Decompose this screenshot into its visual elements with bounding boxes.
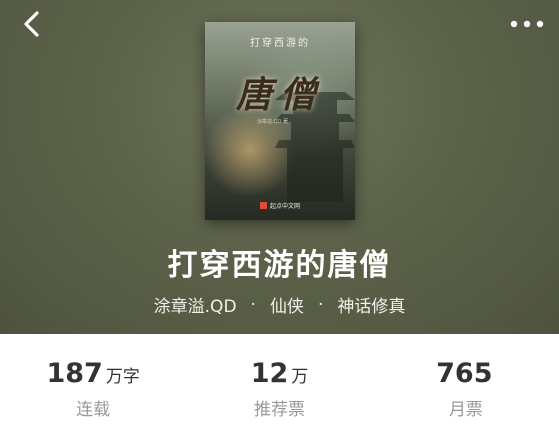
meta-separator: · — [250, 294, 256, 315]
cover-series-text: 打穿西游的 — [250, 38, 310, 49]
publisher-logo-icon — [259, 202, 267, 209]
chevron-left-icon — [24, 11, 39, 37]
cover-publisher-text: 起点中文网 — [269, 203, 300, 210]
subcategory-link[interactable]: 神话修真 — [337, 292, 405, 317]
book-meta: 涂章溢.QD · 仙侠 · 神话修真 — [0, 292, 559, 318]
book-header: 打穿西游的 唐僧 涂章溢.QD 著 起点中文网 打穿西游的唐僧 涂章溢.QD ·… — [0, 0, 559, 334]
cover-publisher: 起点中文网 — [205, 201, 355, 210]
book-stats: 187 万字 连载 12 万 推荐票 765 月票 — [0, 334, 559, 429]
cover-author-text: 涂章溢.QD 著 — [257, 119, 288, 125]
category-link[interactable]: 仙侠 — [270, 292, 304, 317]
stat-label: 推荐票 — [253, 400, 305, 420]
stat-unit: 万 — [291, 367, 309, 387]
more-horizontal-icon — [510, 20, 544, 28]
cover-title-text: 唐僧 — [235, 74, 324, 116]
stat-label: 月票 — [448, 400, 483, 420]
author-link[interactable]: 涂章溢.QD — [154, 292, 237, 317]
back-button[interactable] — [14, 6, 50, 42]
book-cover[interactable]: 打穿西游的 唐僧 涂章溢.QD 著 起点中文网 — [205, 22, 355, 220]
stat-value: 765 — [436, 358, 493, 389]
meta-separator: · — [317, 294, 324, 315]
stat-word-count: 187 万字 连载 — [0, 334, 186, 429]
stat-recommend-votes[interactable]: 12 万 推荐票 — [186, 334, 372, 429]
stat-unit: 万字 — [105, 367, 140, 387]
stat-label: 连载 — [76, 400, 111, 420]
more-button[interactable] — [505, 6, 549, 42]
stat-monthly-votes[interactable]: 765 月票 — [373, 334, 559, 429]
book-title: 打穿西游的唐僧 — [167, 248, 392, 283]
stat-value: 12 — [250, 358, 289, 389]
stat-value: 187 — [46, 358, 103, 389]
